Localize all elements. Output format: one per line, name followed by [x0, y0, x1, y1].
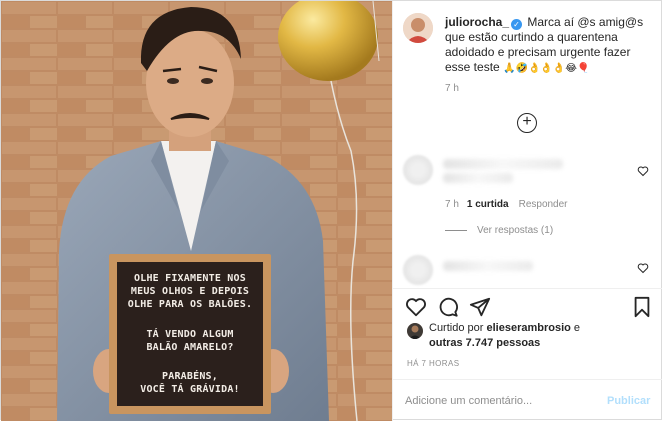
comment-item: [403, 253, 653, 285]
letter-board-sign: OLHE FIXAMENTE NOS MEUS OLHOS E DEPOIS O…: [109, 254, 271, 414]
instagram-post: OLHE FIXAMENTE NOS MEUS OLHOS E DEPOIS O…: [0, 0, 662, 421]
comment-text-blurred: [443, 261, 533, 271]
comment-time: 7 h: [445, 199, 459, 210]
post-timestamp[interactable]: HÁ 7 HORAS: [407, 359, 459, 368]
comment-like-heart-icon[interactable]: [637, 165, 649, 177]
comment-meta: 7 h 1 curtida Responder: [445, 199, 568, 210]
post-photo[interactable]: OLHE FIXAMENTE NOS MEUS OLHOS E DEPOIS O…: [1, 1, 392, 421]
commenter-avatar-blurred[interactable]: [403, 255, 433, 285]
like-heart-icon[interactable]: [405, 296, 427, 318]
post-actions: Curtido por elieserambrosio e outras 7.7…: [393, 288, 662, 421]
likes-count[interactable]: outras 7.747 pessoas: [429, 337, 540, 349]
publish-button[interactable]: Publicar: [607, 395, 650, 407]
liker-username[interactable]: elieserambrosio: [486, 322, 570, 334]
author-username[interactable]: juliorocha_: [445, 15, 509, 29]
add-comment-section: Publicar: [393, 379, 662, 422]
replies-dash: [445, 229, 467, 231]
author-avatar[interactable]: [403, 13, 433, 43]
comment-text-blurred: [443, 173, 513, 183]
comment-input[interactable]: [405, 391, 595, 411]
sign-text-line2: TÁ VENDO ALGUM BALÃO AMARELO?: [146, 328, 234, 353]
comment-text-blurred: [443, 159, 563, 169]
comment-bubble-icon[interactable]: [437, 296, 459, 318]
commenter-avatar-blurred[interactable]: [403, 155, 433, 185]
view-replies-label: Ver respostas (1): [477, 225, 554, 236]
share-send-icon[interactable]: [469, 296, 491, 318]
save-bookmark-icon[interactable]: [631, 296, 653, 318]
verified-badge-icon: ✓: [511, 19, 523, 30]
view-replies-button[interactable]: Ver respostas (1): [445, 225, 553, 236]
avatar-image: [403, 13, 433, 43]
caption-emojis: 🙏🤣👌👌👌😂🎈: [503, 63, 590, 74]
comment-likes[interactable]: 1 curtida: [467, 199, 509, 210]
liker-avatar[interactable]: [407, 323, 423, 339]
letter-board: OLHE FIXAMENTE NOS MEUS OLHOS E DEPOIS O…: [117, 262, 263, 406]
comment-like-heart-icon[interactable]: [637, 262, 649, 274]
post-side-panel: juliorocha_ ✓ Marca aí @s amig@s que estã…: [392, 1, 662, 421]
sign-text-line1: OLHE FIXAMENTE NOS MEUS OLHOS E DEPOIS O…: [127, 273, 253, 310]
liked-by-and: e: [573, 322, 581, 334]
caption-time: 7 h: [445, 83, 459, 94]
liker-avatar-image: [407, 323, 423, 339]
sign-text-line3: PARABÉNS, VOCÊ TÁ GRÁVIDA!: [140, 371, 240, 395]
liked-by-text: Curtido por elieserambrosio e outras 7.7…: [429, 321, 657, 351]
load-more-comments-plus-icon[interactable]: +: [517, 113, 537, 133]
caption-text-block: juliorocha_ ✓ Marca aí @s amig@s que estã…: [445, 15, 658, 76]
liked-by-prefix: Curtido por: [429, 322, 484, 334]
reply-button[interactable]: Responder: [519, 199, 568, 210]
